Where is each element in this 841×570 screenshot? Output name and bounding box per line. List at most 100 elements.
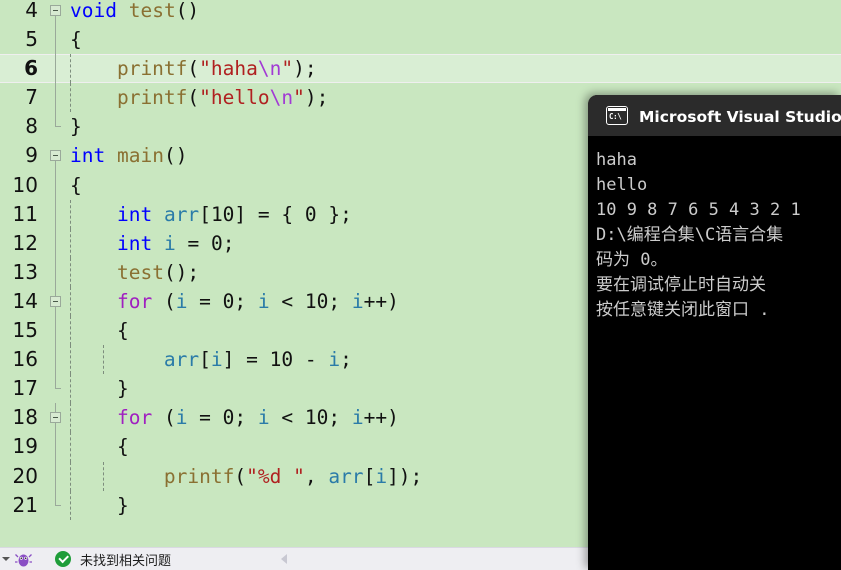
fold-collapse-button[interactable] (50, 412, 61, 424)
chevron-down-icon[interactable] (0, 548, 11, 570)
line-number: 18 (0, 403, 47, 432)
code-token: test (116, 260, 164, 284)
fold-column[interactable] (47, 25, 69, 55)
fold-column[interactable] (47, 199, 69, 229)
fold-column[interactable] (47, 112, 69, 141)
fold-line (55, 25, 56, 55)
fold-column[interactable] (47, 374, 69, 403)
line-number: 6 (0, 54, 47, 83)
fold-column[interactable] (47, 0, 69, 26)
fold-column[interactable] (47, 228, 69, 258)
fold-column[interactable] (47, 54, 69, 84)
code-text[interactable]: void test() (70, 0, 199, 25)
code-token: arr (328, 464, 364, 488)
code-text[interactable]: int arr[10] = { 0 }; (70, 200, 352, 229)
code-token: = (187, 406, 223, 430)
code-token: ( (152, 289, 176, 313)
code-text[interactable]: printf("haha\n"); (70, 54, 317, 83)
code-text[interactable]: { (70, 25, 82, 54)
code-text[interactable]: { (70, 316, 129, 345)
fold-collapse-button[interactable] (50, 5, 61, 16)
code-token: i (163, 231, 176, 255)
debug-console-window[interactable]: C:\ Microsoft Visual Studio 调试 haha hello… (588, 95, 841, 570)
code-token: int (116, 202, 153, 226)
line-number: 10 (0, 171, 47, 200)
code-token: ; (234, 406, 258, 430)
fold-column[interactable] (47, 316, 69, 346)
code-token: printf (70, 86, 188, 110)
code-token: i (257, 289, 270, 313)
code-line[interactable]: 6 printf("haha\n"); (0, 54, 841, 84)
code-token: \n (269, 86, 294, 110)
console-output-area[interactable]: haha hello 10 9 8 7 6 5 4 3 2 1 D:\编程合集\C语言… (588, 136, 841, 570)
code-token: " (281, 464, 305, 488)
code-token: ]); (387, 464, 423, 488)
line-number: 19 (0, 432, 47, 461)
fold-column[interactable] (47, 83, 69, 113)
line-number: 16 (0, 345, 47, 374)
code-text[interactable]: arr[i] = 10 - i; (70, 345, 352, 374)
code-token: i (351, 289, 364, 313)
fold-collapse-button[interactable] (50, 295, 61, 307)
code-line[interactable]: 4 void test() (0, 0, 841, 26)
code-token: { (70, 28, 82, 52)
code-token: ; (222, 231, 235, 255)
code-text[interactable]: { (70, 432, 129, 461)
debug-bug-icon[interactable] (11, 548, 37, 570)
fold-collapse-button[interactable] (50, 150, 61, 162)
line-number: 17 (0, 374, 47, 403)
fold-column[interactable] (47, 141, 69, 171)
line-number-text: 12 (12, 230, 38, 255)
code-text[interactable]: } (70, 491, 129, 520)
code-token: [ (363, 464, 376, 488)
line-number-text: 21 (12, 492, 38, 517)
code-text[interactable]: int i = 0; (70, 229, 234, 258)
code-token: main (116, 144, 164, 168)
fold-column[interactable] (47, 432, 69, 462)
fold-column[interactable] (47, 170, 69, 200)
code-token: (); (163, 260, 200, 284)
fold-line (55, 257, 56, 287)
fold-line (55, 345, 56, 375)
code-text[interactable]: test(); (70, 258, 199, 287)
line-number-text: 20 (12, 463, 38, 488)
fold-line (55, 199, 56, 229)
code-token: int (116, 231, 153, 255)
code-token: ] = (222, 348, 270, 372)
code-token: [ (199, 348, 211, 372)
fold-line (55, 170, 56, 200)
line-number: 15 (0, 316, 47, 345)
left-triangle-icon[interactable] (281, 554, 287, 564)
console-icon-glyph: C:\ (609, 112, 622, 121)
code-text[interactable]: } (70, 374, 129, 403)
fold-column[interactable] (47, 345, 69, 375)
console-title-bar[interactable]: C:\ Microsoft Visual Studio 调试 (588, 95, 841, 136)
fold-column[interactable] (47, 403, 69, 433)
code-token: 10 (304, 406, 329, 430)
success-check-icon (55, 551, 71, 567)
code-token: i (175, 406, 188, 430)
code-line[interactable]: 5{ (0, 25, 841, 55)
code-text[interactable]: for (i = 0; i < 10; i++) (70, 287, 399, 316)
code-token: ; (340, 348, 352, 372)
code-text[interactable]: } (70, 112, 82, 141)
code-token: } (70, 493, 129, 517)
code-token: < (269, 406, 305, 430)
code-token: < (269, 289, 305, 313)
fold-column[interactable] (47, 286, 69, 317)
code-text[interactable]: printf("%d ", arr[i]); (70, 462, 422, 491)
console-output-line: 要在调试停止时自动关 (596, 275, 766, 295)
line-number-text: 13 (12, 259, 38, 284)
code-text[interactable]: for (i = 0; i < 10; i++) (70, 403, 399, 432)
fold-column[interactable] (47, 257, 69, 287)
code-text[interactable]: { (70, 171, 82, 200)
code-text[interactable]: printf("hello\n"); (70, 83, 328, 112)
code-token: arr (163, 348, 200, 372)
line-number-text: 16 (12, 347, 38, 372)
fold-column[interactable] (47, 490, 69, 520)
code-token: printf (70, 464, 235, 488)
fold-column[interactable] (47, 461, 69, 491)
code-text[interactable]: int main() (70, 141, 187, 170)
